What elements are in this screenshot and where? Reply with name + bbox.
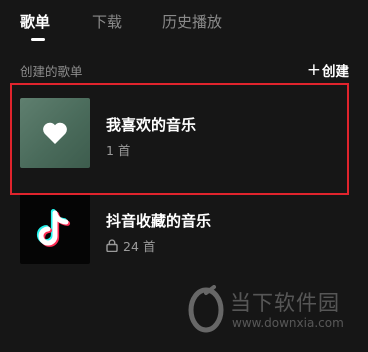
playlist-cover — [20, 194, 90, 264]
created-playlists-header: 创建的歌单 + 创建 — [0, 60, 368, 80]
tab-playlists[interactable]: 歌单 — [20, 12, 50, 32]
heart-icon — [43, 122, 67, 144]
playlist-name: 我喜欢的音乐 — [106, 116, 197, 134]
watermark-logo-icon — [188, 285, 224, 333]
create-label: 创建 — [322, 64, 349, 80]
tab-bar: 歌单 下载 历史播放 — [0, 0, 368, 48]
song-count: 1 首 — [106, 143, 131, 158]
watermark: 当下软件园 www.downxia.com — [186, 285, 356, 345]
watermark-url: www.downxia.com — [232, 316, 344, 330]
playlist-cover — [20, 98, 90, 168]
song-count: 24 首 — [123, 239, 156, 254]
watermark-name: 当下软件园 — [230, 291, 340, 315]
tiktok-logo-icon — [36, 209, 71, 247]
playlist-meta: 24 首 — [106, 236, 155, 255]
lock-icon — [106, 239, 118, 252]
create-playlist-button[interactable]: + 创建 — [307, 60, 349, 80]
tab-history[interactable]: 历史播放 — [162, 12, 222, 32]
plus-icon: + — [306, 60, 321, 80]
active-tab-indicator — [31, 38, 45, 41]
playlist-item-favorites[interactable]: 我喜欢的音乐 1 首 — [20, 98, 350, 168]
playlist-item-douyin[interactable]: 抖音收藏的音乐 24 首 — [20, 194, 350, 264]
playlist-meta: 1 首 — [106, 140, 130, 159]
tab-downloads[interactable]: 下载 — [92, 12, 122, 32]
music-library-page: 歌单 下载 历史播放 创建的歌单 + 创建 我喜欢的音乐 1 首 抖音收藏的音乐… — [0, 0, 368, 352]
playlist-name: 抖音收藏的音乐 — [106, 212, 212, 230]
section-title: 创建的歌单 — [20, 64, 83, 79]
